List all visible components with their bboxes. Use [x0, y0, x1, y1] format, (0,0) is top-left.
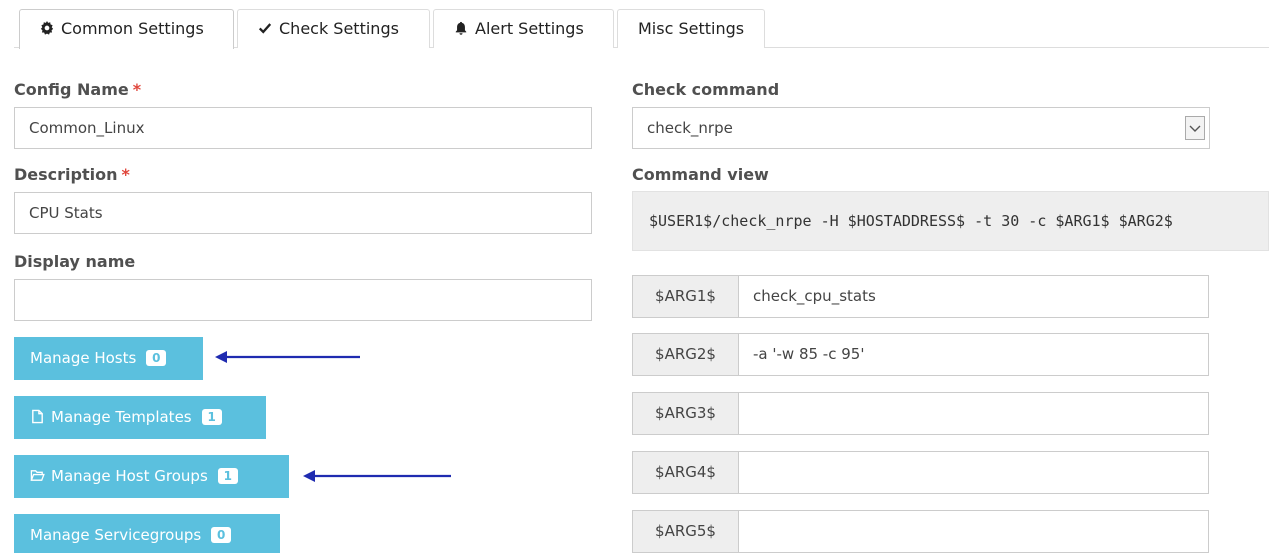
bell-icon — [454, 21, 468, 35]
arg-input-group: $ARG2$ -a '-w 85 -c 95' — [632, 333, 1209, 376]
tab-label: Misc Settings — [638, 19, 745, 38]
command-view-text: $USER1$/check_nrpe -H $HOSTADDRESS$ -t 3… — [632, 191, 1269, 251]
display-name-label: Display name — [14, 252, 136, 271]
tab-common-settings[interactable]: Common Settings — [19, 9, 234, 49]
button-label: Manage Hosts — [30, 349, 137, 367]
annotation-arrow — [302, 469, 452, 483]
check-command-label: Check command — [632, 80, 780, 99]
manage-templates-button[interactable]: Manage Templates 1 — [14, 396, 266, 439]
count-badge: 1 — [201, 409, 222, 425]
display-name-input[interactable] — [14, 279, 592, 321]
arg2-input[interactable]: -a '-w 85 -c 95' — [738, 333, 1209, 376]
tab-label: Check Settings — [279, 19, 399, 38]
count-badge: 1 — [217, 468, 238, 484]
checkmark-icon — [258, 21, 272, 35]
tab-label: Alert Settings — [475, 19, 584, 38]
arg-name: $ARG4$ — [632, 451, 739, 494]
config-name-input[interactable]: Common_Linux — [14, 107, 592, 149]
arg5-input[interactable] — [738, 510, 1209, 553]
arg-name: $ARG3$ — [632, 392, 739, 435]
count-badge: 0 — [146, 350, 167, 366]
arg-input-group: $ARG4$ — [632, 451, 1209, 494]
tab-alert-settings[interactable]: Alert Settings — [433, 9, 614, 48]
config-page: Common Settings Check Settings Alert Set… — [0, 0, 1269, 553]
config-name-label-text: Config Name — [14, 80, 129, 99]
config-name-label: Config Name * — [14, 80, 141, 99]
tab-check-settings[interactable]: Check Settings — [237, 9, 430, 48]
arg4-input[interactable] — [738, 451, 1209, 494]
selected-value: check_nrpe — [647, 119, 733, 137]
command-view-label: Command view — [632, 165, 769, 184]
arg-input-group: $ARG3$ — [632, 392, 1209, 435]
required-mark: * — [121, 165, 130, 184]
description-label-text: Description — [14, 165, 118, 184]
check-command-select[interactable]: check_nrpe — [632, 107, 1210, 149]
settings-tabs: Common Settings Check Settings Alert Set… — [0, 0, 1269, 49]
arg-input-group: $ARG1$ check_cpu_stats — [632, 275, 1209, 318]
gear-icon — [40, 21, 54, 35]
tab-misc-settings[interactable]: Misc Settings — [617, 9, 765, 48]
annotation-arrow — [214, 350, 361, 364]
chevron-down-icon[interactable] — [1185, 116, 1205, 140]
manage-host-groups-button[interactable]: Manage Host Groups 1 — [14, 455, 289, 498]
arg3-input[interactable] — [738, 392, 1209, 435]
button-label: Manage Templates — [51, 408, 192, 426]
manage-hosts-button[interactable]: Manage Hosts 0 — [14, 337, 203, 380]
file-icon — [30, 409, 45, 424]
arg-name: $ARG2$ — [632, 333, 739, 376]
count-badge: 0 — [211, 527, 232, 543]
folder-open-icon — [30, 468, 45, 483]
button-label: Manage Host Groups — [51, 467, 208, 485]
arg1-input[interactable]: check_cpu_stats — [738, 275, 1209, 318]
arg-name: $ARG5$ — [632, 510, 739, 553]
manage-servicegroups-button[interactable]: Manage Servicegroups 0 — [14, 514, 280, 553]
button-label: Manage Servicegroups — [30, 526, 202, 544]
description-label: Description * — [14, 165, 130, 184]
tab-label: Common Settings — [61, 19, 204, 38]
required-mark: * — [132, 80, 142, 99]
description-input[interactable]: CPU Stats — [14, 192, 592, 234]
arg-name: $ARG1$ — [632, 275, 739, 318]
arg-input-group: $ARG5$ — [632, 510, 1209, 553]
